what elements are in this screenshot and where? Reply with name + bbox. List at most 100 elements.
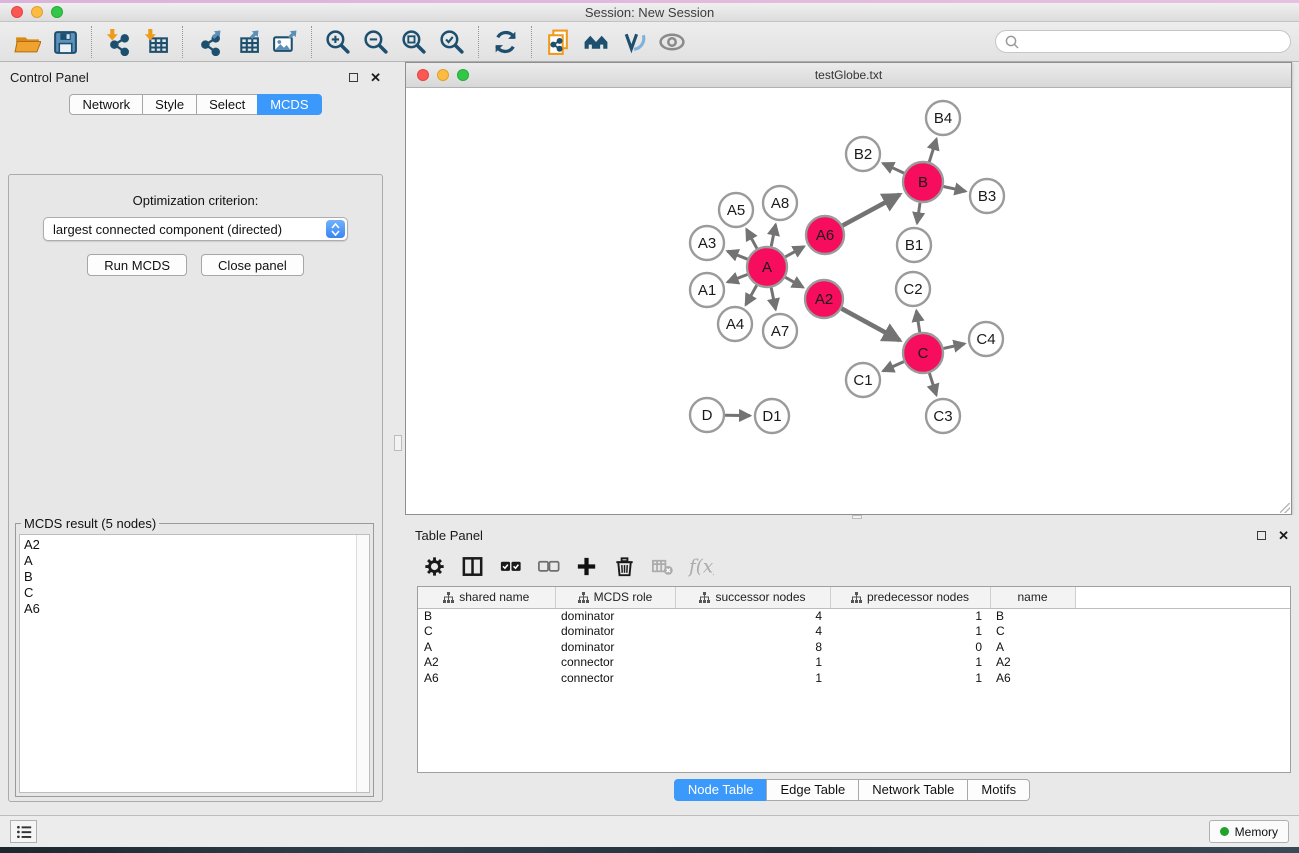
close-panel-button[interactable]: Close panel	[201, 254, 304, 276]
table-cell[interactable]: 8	[675, 639, 830, 655]
tab-style[interactable]: Style	[142, 94, 197, 115]
tab-node-table[interactable]: Node Table	[674, 779, 768, 801]
table-cell[interactable]: B	[990, 608, 1075, 624]
table-row[interactable]: A2connector11A2	[418, 655, 1290, 671]
graph-node-A8[interactable]: A8	[763, 186, 797, 220]
table-cell[interactable]: 1	[675, 670, 830, 686]
graph-edge-A2-C[interactable]	[842, 309, 900, 341]
table-cell[interactable]: 1	[830, 655, 990, 671]
tab-edge-table[interactable]: Edge Table	[766, 779, 859, 801]
graph-node-D[interactable]: D	[690, 398, 724, 432]
graph-node-C[interactable]: C	[903, 333, 943, 373]
graph-edge-A-A4[interactable]	[746, 285, 757, 305]
network-window-titlebar[interactable]: testGlobe.txt	[406, 63, 1291, 88]
table-cell[interactable]: 0	[830, 639, 990, 655]
import-table-button[interactable]	[137, 25, 175, 59]
graph-edge-A-A5[interactable]	[747, 229, 757, 248]
graph-edge-A6-B[interactable]	[843, 195, 900, 226]
graph-edge-B-B1[interactable]	[917, 203, 920, 223]
criterion-dropdown[interactable]: largest connected component (directed)	[43, 217, 348, 241]
graph-node-A2[interactable]: A2	[805, 280, 843, 318]
mcds-result-item[interactable]: C	[24, 585, 369, 601]
column-visibility-button[interactable]	[457, 552, 489, 582]
table-row[interactable]: Adominator80A	[418, 639, 1290, 655]
splitter-handle[interactable]	[852, 515, 862, 519]
mcds-result-item[interactable]: B	[24, 569, 369, 585]
table-cell[interactable]: A2	[990, 655, 1075, 671]
float-panel-icon[interactable]	[349, 73, 358, 82]
close-panel-icon[interactable]: ✕	[370, 71, 381, 84]
graph-edge-B-B2[interactable]	[883, 163, 904, 173]
graph-edge-B-B4[interactable]	[929, 139, 936, 162]
apply-layout-button[interactable]	[486, 25, 524, 59]
search-box[interactable]	[995, 30, 1291, 53]
resize-grip[interactable]	[1280, 503, 1290, 513]
graph-edge-C-C1[interactable]	[883, 362, 904, 371]
graph-node-C2[interactable]: C2	[896, 272, 930, 306]
vertical-splitter[interactable]	[391, 62, 405, 815]
graph-node-A6[interactable]: A6	[806, 216, 844, 254]
graph-edge-A-A2[interactable]	[785, 277, 803, 287]
mcds-result-list[interactable]: A2ABCA6	[19, 534, 370, 793]
tab-network-table[interactable]: Network Table	[858, 779, 968, 801]
app-titlebar[interactable]: Session: New Session	[0, 3, 1299, 22]
select-all-button[interactable]	[495, 552, 527, 582]
open-session-button[interactable]	[8, 25, 46, 59]
table-cell[interactable]: C	[418, 624, 555, 640]
table-cell[interactable]: dominator	[555, 624, 675, 640]
graph-edge-C-C3[interactable]	[929, 373, 936, 395]
graph-node-B[interactable]: B	[903, 162, 943, 202]
column-header-successor-nodes[interactable]: successor nodes	[675, 587, 830, 608]
table-cell[interactable]: A2	[418, 655, 555, 671]
tab-network[interactable]: Network	[69, 94, 143, 115]
table-cell[interactable]: 4	[675, 608, 830, 624]
graph-node-B4[interactable]: B4	[926, 101, 960, 135]
graph-node-C1[interactable]: C1	[846, 363, 880, 397]
mcds-result-item[interactable]: A2	[24, 537, 369, 553]
graph-edge-A-A7[interactable]	[771, 288, 775, 310]
zoom-in-button[interactable]	[319, 25, 357, 59]
memory-button[interactable]: Memory	[1209, 820, 1289, 843]
table-row[interactable]: Cdominator41C	[418, 624, 1290, 640]
task-history-button[interactable]	[10, 820, 37, 843]
graph-node-D1[interactable]: D1	[755, 399, 789, 433]
import-network-button[interactable]	[99, 25, 137, 59]
table-cell[interactable]: 4	[675, 624, 830, 640]
graph-node-A3[interactable]: A3	[690, 226, 724, 260]
export-network-button[interactable]	[190, 25, 228, 59]
column-header-predecessor-nodes[interactable]: predecessor nodes	[830, 587, 990, 608]
table-cell[interactable]: A	[990, 639, 1075, 655]
graph-edge-C-C2[interactable]	[916, 311, 919, 333]
graph-node-A7[interactable]: A7	[763, 314, 797, 348]
column-header-MCDS-role[interactable]: MCDS role	[555, 587, 675, 608]
home-button[interactable]	[577, 25, 615, 59]
mcds-result-item[interactable]: A6	[24, 601, 369, 617]
table-cell[interactable]: A	[418, 639, 555, 655]
table-cell[interactable]: C	[990, 624, 1075, 640]
graph-node-B1[interactable]: B1	[897, 228, 931, 262]
graph-node-B3[interactable]: B3	[970, 179, 1004, 213]
graphics-details-button[interactable]	[615, 25, 653, 59]
graph-node-A[interactable]: A	[747, 247, 787, 287]
table-cell[interactable]: 1	[830, 624, 990, 640]
graph-node-A4[interactable]: A4	[718, 307, 752, 341]
close-table-panel-icon[interactable]: ✕	[1278, 529, 1289, 542]
add-column-button[interactable]	[571, 552, 603, 582]
graph-edge-C-C4[interactable]	[943, 344, 964, 349]
network-view-window[interactable]: testGlobe.txt B4B2BB3A5A8A6A3B1AC2A1A2A4…	[405, 62, 1292, 515]
mcds-result-item[interactable]: A	[24, 553, 369, 569]
column-header-name[interactable]: name	[990, 587, 1075, 608]
delete-column-button[interactable]	[609, 552, 641, 582]
table-row[interactable]: Bdominator41B	[418, 608, 1290, 624]
tab-select[interactable]: Select	[196, 94, 258, 115]
table-cell[interactable]: dominator	[555, 608, 675, 624]
table-settings-button[interactable]	[419, 552, 451, 582]
graph-node-B2[interactable]: B2	[846, 137, 880, 171]
graph-edge-B-B3[interactable]	[944, 186, 966, 191]
graph-node-C3[interactable]: C3	[926, 399, 960, 433]
export-image-button[interactable]	[266, 25, 304, 59]
table-cell[interactable]: connector	[555, 670, 675, 686]
float-table-panel-icon[interactable]	[1257, 531, 1266, 540]
column-header-shared-name[interactable]: shared name	[418, 587, 555, 608]
table-cell[interactable]: 1	[830, 670, 990, 686]
